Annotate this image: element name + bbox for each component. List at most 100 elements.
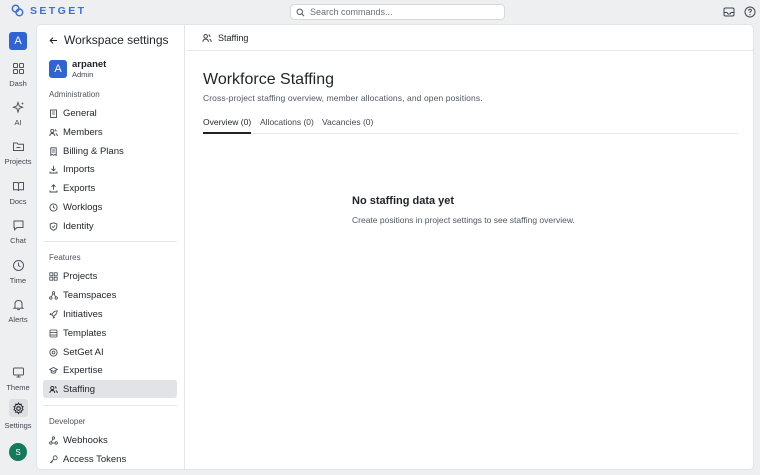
upload-icon — [49, 183, 58, 192]
workspace-role: Admin — [72, 70, 94, 79]
folder-icon — [12, 142, 24, 151]
sidebar-item-imports[interactable]: Imports — [43, 160, 177, 178]
app-logo[interactable]: SETGET — [11, 4, 86, 17]
sidebar-item-label: Members — [63, 126, 103, 138]
sidebar-item-teamspaces[interactable]: Teamspaces — [43, 286, 177, 304]
sidebar-item-exports[interactable]: Exports — [43, 179, 177, 197]
rail-label: Alerts — [8, 315, 28, 324]
sidebar-item-general[interactable]: General — [43, 104, 177, 122]
sparkle-icon — [11, 101, 24, 114]
key-icon — [49, 454, 58, 463]
main-content: Staffing Workforce Staffing Cross-projec… — [186, 25, 753, 469]
rail-item-projects[interactable]: Projects — [0, 140, 36, 166]
sidebar-item-initiatives[interactable]: Initiatives — [43, 305, 177, 323]
workspace-name: arpanet — [72, 59, 107, 70]
breadcrumb-label: Staffing — [218, 32, 249, 43]
grid-icon — [49, 271, 58, 281]
section-title-features: Features — [49, 253, 81, 262]
clock-icon — [49, 202, 58, 212]
sidebar-item-identity[interactable]: Identity — [43, 217, 177, 235]
shield-icon — [49, 221, 58, 231]
tab-allocations[interactable]: Allocations (0) — [260, 117, 314, 134]
sidebar-item-label: Teamspaces — [63, 289, 117, 301]
rail-label: AI — [14, 118, 22, 127]
command-search[interactable]: Search commands... — [290, 4, 505, 20]
logo-text: SETGET — [30, 4, 87, 17]
page-title: Workforce Staffing — [203, 71, 335, 88]
settings-sidebar: Workspace settings A arpanet Admin Admin… — [37, 25, 185, 469]
sidebar-item-worklogs[interactable]: Worklogs — [43, 198, 177, 216]
user-avatar[interactable]: S — [9, 443, 27, 461]
sidebar-item-label: General — [63, 107, 97, 119]
section-title-administration: Administration — [49, 90, 100, 99]
webhook-icon — [49, 435, 58, 445]
grid-icon — [12, 63, 24, 74]
breadcrumb: Staffing — [186, 25, 753, 51]
network-icon — [49, 290, 58, 300]
rail-item-settings[interactable]: Settings — [0, 399, 36, 430]
chat-icon — [13, 220, 23, 231]
sidebar-item-webhooks[interactable]: Webhooks — [43, 431, 177, 449]
workspace-card[interactable]: A arpanet Admin — [49, 59, 106, 79]
rail-label: Chat — [10, 236, 26, 245]
rail-item-ai[interactable]: AI — [0, 101, 36, 127]
inbox-icon[interactable] — [723, 6, 735, 18]
left-rail: A Dash AI Projects Docs Chat Time Alerts… — [0, 24, 36, 475]
rail-active-indicator — [8, 399, 28, 417]
sidebar-item-label: Exports — [63, 182, 96, 194]
users-icon — [49, 385, 58, 393]
template-icon — [49, 329, 58, 337]
sidebar-item-templates[interactable]: Templates — [43, 324, 177, 342]
download-icon — [49, 165, 58, 173]
sidebar-item-staffing[interactable]: Staffing — [43, 380, 177, 398]
empty-state-title: No staffing data yet — [352, 195, 455, 207]
bell-icon — [12, 299, 24, 311]
rail-item-time[interactable]: Time — [0, 259, 36, 285]
back-to-workspace[interactable]: Workspace settings — [49, 33, 169, 47]
sidebar-item-billing[interactable]: Billing & Plans — [43, 142, 177, 160]
sidebar-item-label: Initiatives — [63, 308, 103, 320]
sidebar-item-setget-ai[interactable]: SetGet AI — [43, 343, 177, 361]
rail-item-dash[interactable]: Dash — [0, 62, 36, 88]
tab-overview[interactable]: Overview (0) — [203, 117, 252, 134]
sidebar-divider — [43, 405, 177, 406]
sidebar-item-label: Imports — [63, 163, 95, 175]
sidebar-item-expertise[interactable]: Expertise — [43, 361, 177, 379]
help-icon[interactable] — [744, 6, 756, 18]
gear-icon — [12, 401, 24, 415]
rail-item-theme[interactable]: Theme — [0, 366, 36, 392]
rail-item-alerts[interactable]: Alerts — [0, 298, 36, 324]
sidebar-item-label: Webhooks — [63, 434, 108, 446]
monitor-icon — [12, 367, 24, 378]
sidebar-item-label: Identity — [63, 220, 94, 232]
sidebar-item-members[interactable]: Members — [43, 123, 177, 141]
search-placeholder: Search commands... — [310, 7, 393, 17]
arrow-left-icon — [49, 36, 58, 44]
sidebar-item-access-tokens[interactable]: Access Tokens — [43, 450, 177, 468]
tab-bar: Overview (0) Allocations (0) Vacancies (… — [203, 114, 738, 134]
search-icon — [296, 8, 305, 16]
graduation-cap-icon — [49, 366, 58, 374]
logo-icon — [11, 4, 24, 17]
rail-item-chat[interactable]: Chat — [0, 219, 36, 245]
page-subtitle: Cross-project staffing overview, member … — [203, 93, 483, 103]
sidebar-item-projects[interactable]: Projects — [43, 267, 177, 285]
clock-icon — [12, 260, 24, 271]
sidebar-item-label: Projects — [63, 270, 98, 282]
sidebar-item-label: SetGet AI — [63, 346, 104, 358]
workspace-avatar: A — [49, 60, 67, 78]
sidebar-item-label: Worklogs — [63, 201, 103, 213]
book-icon — [12, 182, 24, 192]
empty-state-subtitle: Create positions in project settings to … — [352, 215, 575, 225]
sidebar-title: Workspace settings — [64, 33, 169, 47]
rail-label: Theme — [6, 383, 30, 392]
rail-label: Dash — [9, 79, 27, 88]
rocket-icon — [49, 309, 58, 319]
rail-label: Docs — [9, 197, 27, 206]
rail-label: Settings — [4, 421, 32, 430]
rail-item-docs[interactable]: Docs — [0, 180, 36, 206]
workspace-avatar[interactable]: A — [9, 32, 27, 50]
building-icon — [50, 109, 57, 118]
tab-vacancies[interactable]: Vacancies (0) — [322, 117, 373, 134]
section-title-developer: Developer — [49, 417, 86, 426]
